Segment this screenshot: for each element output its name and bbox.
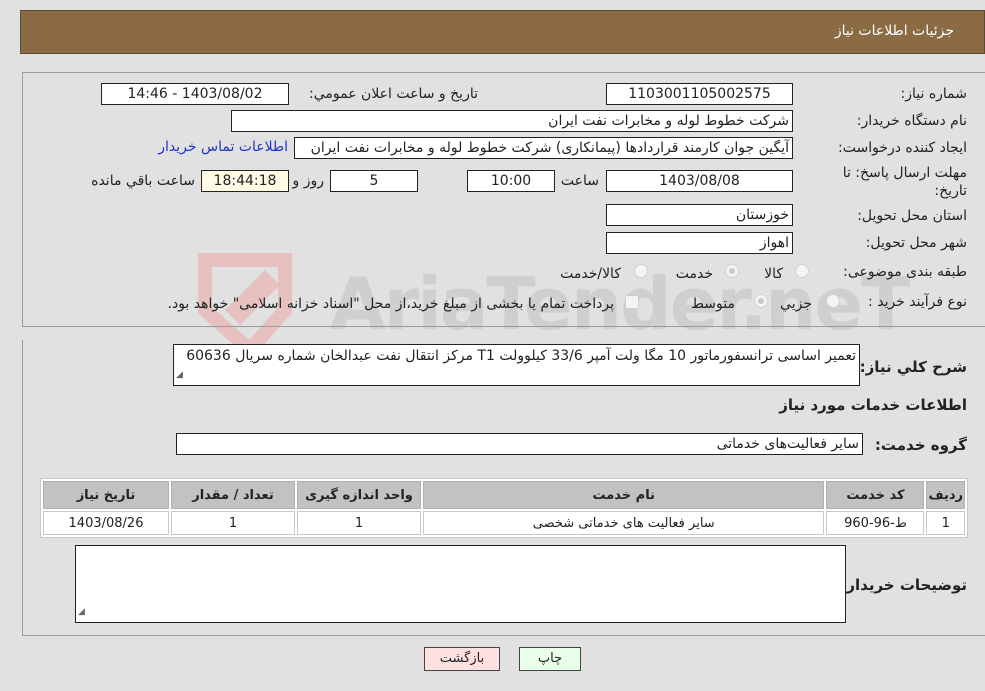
col-quantity: تعداد / مقدار [171,481,295,509]
days-label: روز و [292,173,325,189]
buyer-notes-label: توضیحات خریدار: [840,576,967,594]
col-need-date: تاریخ نیاز [43,481,169,509]
deadline-time-label: ساعت [560,173,599,189]
description-textarea[interactable]: تعمیر اساسی ترانسفورماتور 10 مگا ولت آمپ… [173,344,860,386]
back-button[interactable]: بازگشت [424,647,500,671]
category-option-goods-service: کالا/خدمت [560,266,621,282]
category-option-goods: کالا [764,266,783,282]
time-remaining-field: 18:44:18 [201,170,289,192]
deadline-label: مهلت ارسال پاسخ: تا تاریخ: [842,165,967,199]
need-number-field: 1103001105002575 [606,83,793,105]
treasury-checkbox[interactable] [625,295,639,309]
category-radio-service[interactable] [725,264,739,278]
need-number-label: شماره نیاز: [900,86,968,102]
time-remaining-label: ساعت باقي مانده [91,173,195,189]
deadline-time-field: 10:00 [467,170,555,192]
cell-service-name: سایر فعالیت های خدماتی شخصی [423,511,825,535]
cell-service-code: ط-96-960 [826,511,925,535]
purchase-type-label: نوع فرآیند خرید : [868,294,967,310]
category-radio-goods[interactable] [795,264,809,278]
purchase-type-option-small: جزیي [780,296,812,312]
resize-grip-icon[interactable]: ◢ [176,366,183,384]
purchase-type-radio-medium[interactable] [754,294,768,308]
category-label: طبقه بندی موضوعی: [843,264,967,280]
purchase-type-option-medium: متوسط [691,296,735,312]
city-label: شهر محل تحویل: [865,235,967,251]
buyer-org-field: شرکت خطوط لوله و مخابرات نفت ایران [231,110,793,132]
buyer-contact-link[interactable]: اطلاعات تماس خریدار [158,139,288,155]
province-field: خوزستان [606,204,793,226]
days-remaining-field: 5 [330,170,418,192]
category-option-service: خدمت [675,266,713,282]
buyer-notes-textarea[interactable]: ◢ [75,545,846,623]
cell-row-number: 1 [926,511,965,535]
service-group-field: سایر فعالیت‌های خدماتی [176,433,863,455]
cell-quantity: 1 [171,511,295,535]
services-table: ردیف کد خدمت نام خدمت واحد اندازه گیری ت… [40,478,968,538]
col-unit: واحد اندازه گیری [297,481,421,509]
treasury-note: پرداخت تمام یا بخشی از مبلغ خرید،از محل … [167,296,614,312]
province-label: استان محل تحویل: [857,208,967,224]
page-title: جزئیات اطلاعات نیاز [834,23,954,39]
service-group-label: گروه خدمت: [874,436,967,454]
deadline-date-field: 1403/08/08 [606,170,793,192]
resize-grip-icon[interactable]: ◢ [78,603,85,621]
purchase-type-radio-small[interactable] [826,294,840,308]
creator-field: آیگین جوان کارمند قراردادها (پیمانکاری) … [294,137,793,159]
category-radio-goods-service[interactable] [634,264,648,278]
description-text: تعمیر اساسی ترانسفورماتور 10 مگا ولت آمپ… [186,348,856,364]
buyer-org-label: نام دستگاه خریدار: [856,113,967,129]
cell-need-date: 1403/08/26 [43,511,169,535]
services-section-title: اطلاعات خدمات مورد نیاز [779,396,967,414]
announce-date-field: 1403/08/02 - 14:46 [101,83,289,105]
city-field: اهواز [606,232,793,254]
cell-unit: 1 [297,511,421,535]
table-row: 1 ط-96-960 سایر فعالیت های خدماتی شخصی 1… [43,511,965,535]
announce-date-label: تاریخ و ساعت اعلان عمومي: [309,86,478,102]
creator-label: ایجاد کننده درخواست: [838,140,967,156]
page-header: جزئیات اطلاعات نیاز [20,10,985,54]
description-label: شرح کلي نیاز: [859,358,967,376]
col-service-code: کد خدمت [826,481,925,509]
col-row-number: ردیف [926,481,965,509]
col-service-name: نام خدمت [423,481,825,509]
table-header-row: ردیف کد خدمت نام خدمت واحد اندازه گیری ت… [43,481,965,509]
print-button[interactable]: چاپ [519,647,581,671]
